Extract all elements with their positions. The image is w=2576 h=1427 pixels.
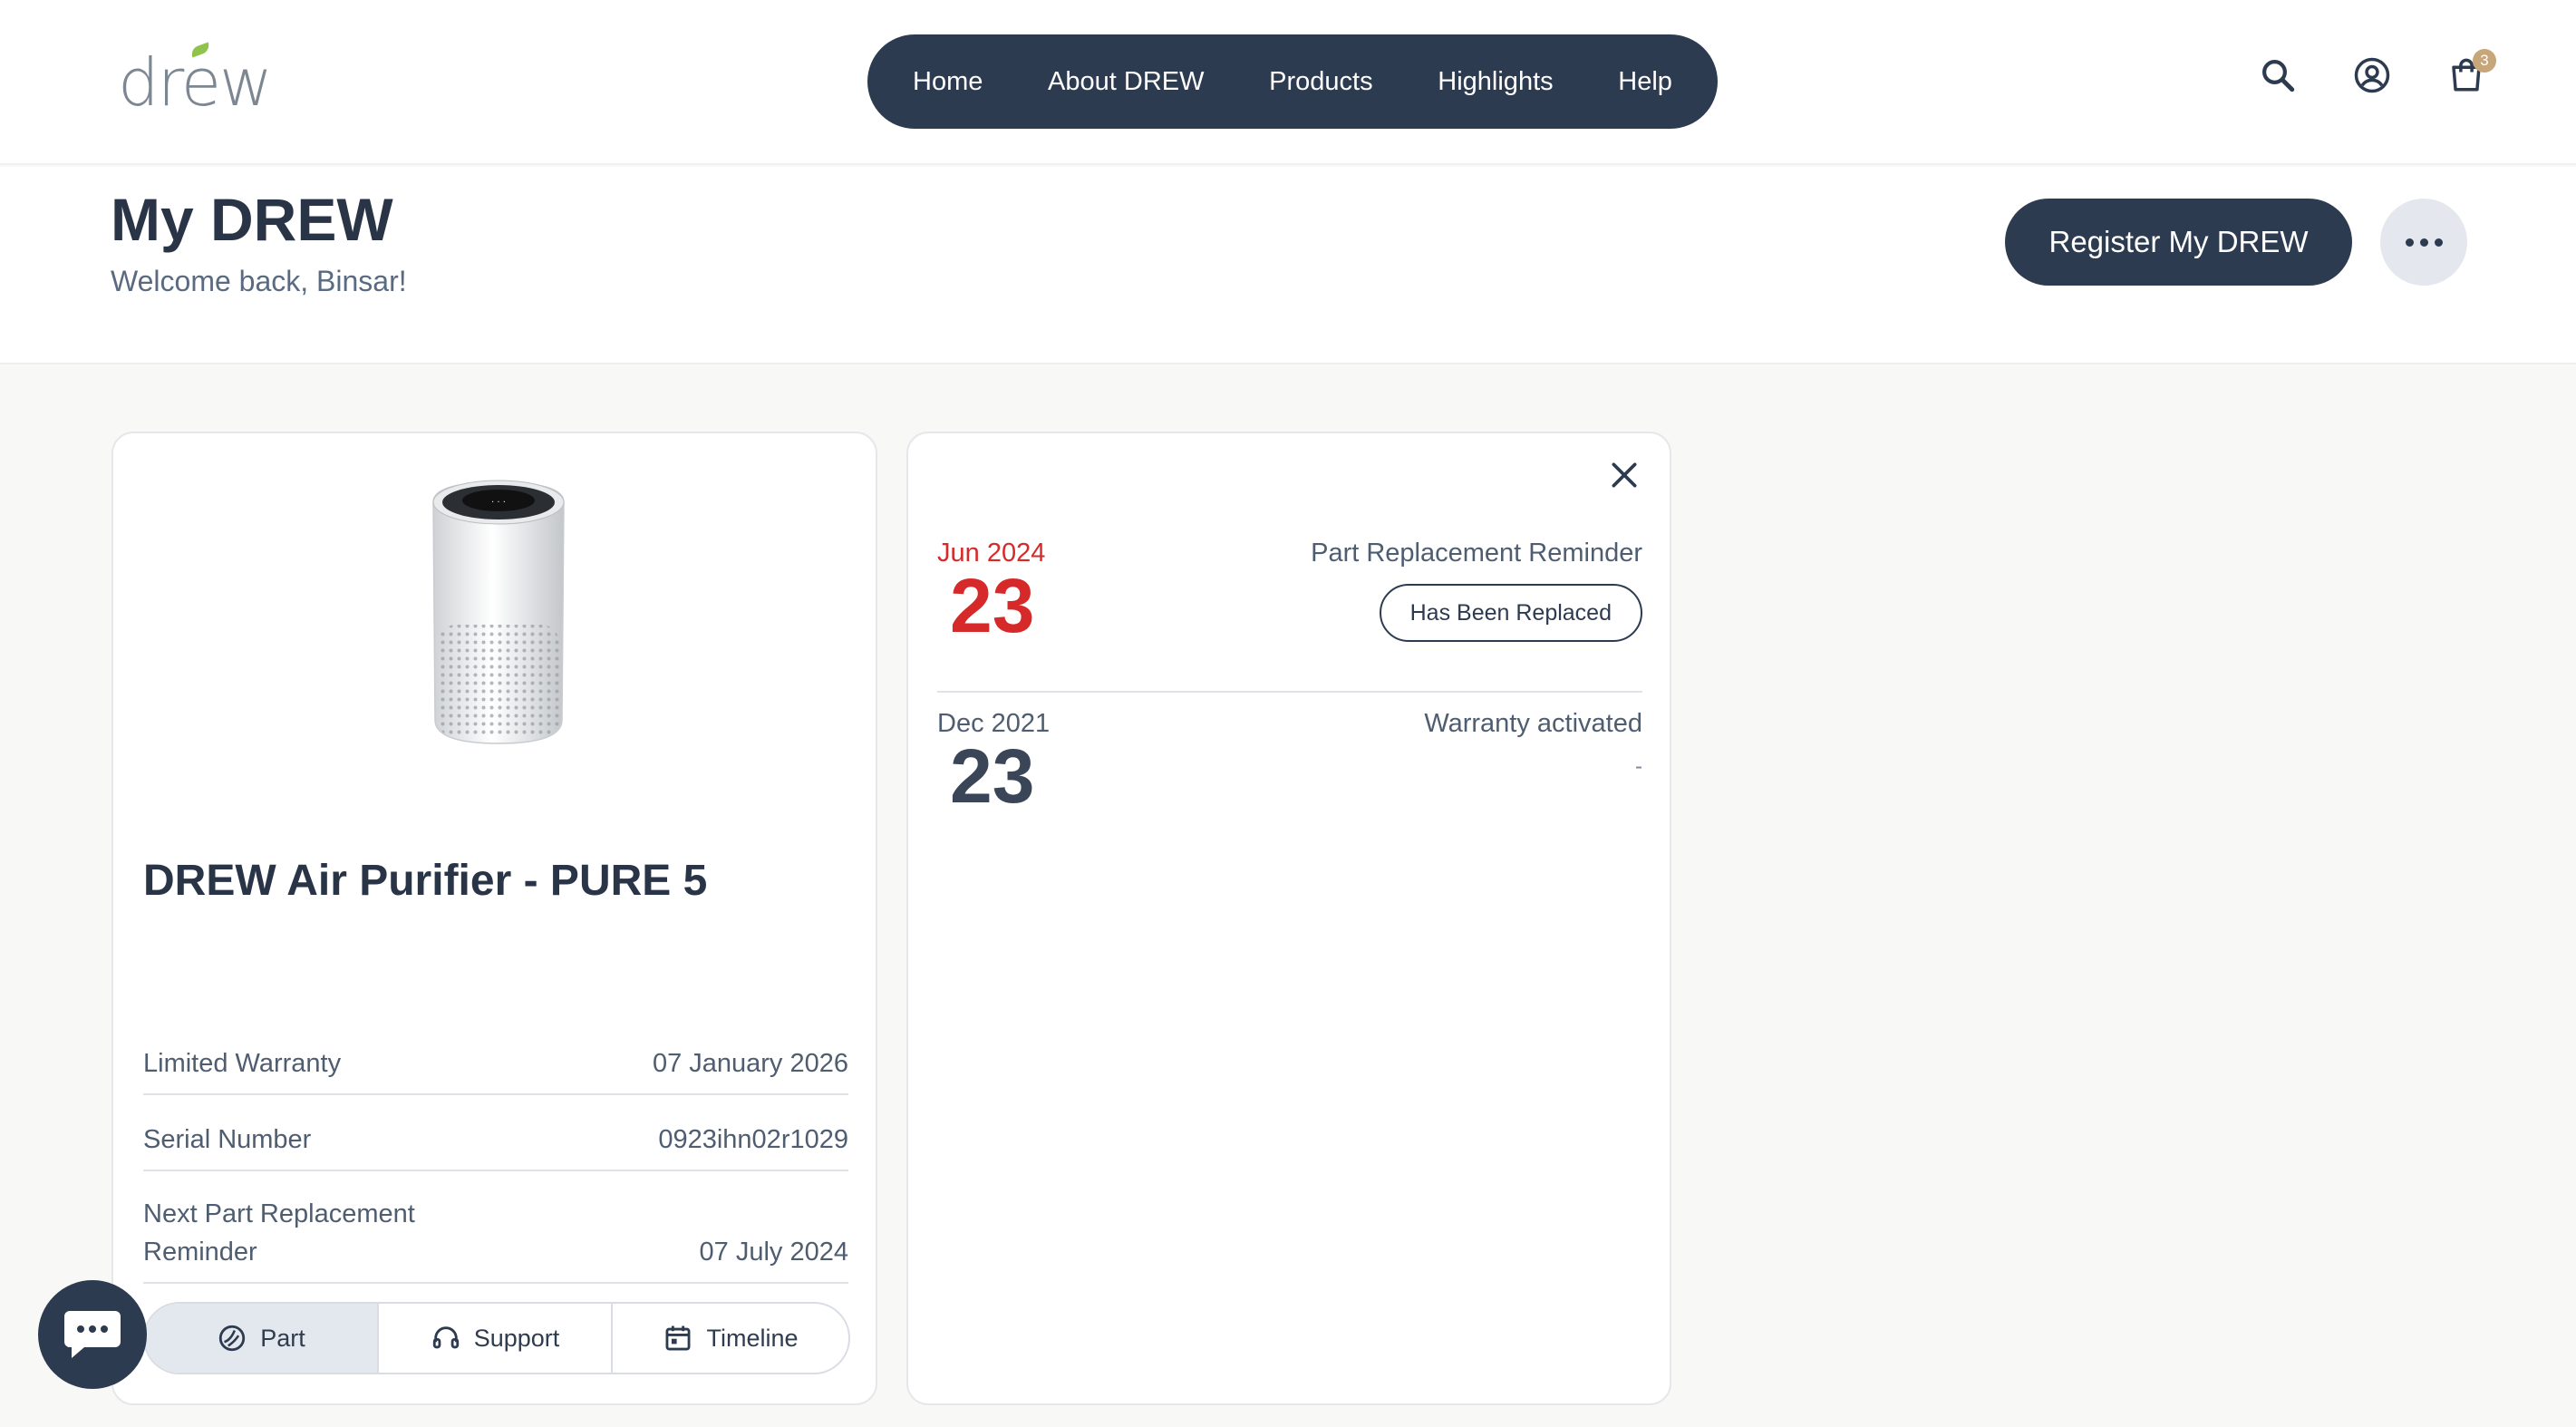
cart-count-badge: 3 [2473,49,2496,73]
timeline-entry: Dec 2021 23 Warranty activated - [937,709,1642,863]
warranty-label: Limited Warranty [143,1049,342,1078]
ellipsis-dot-icon [2434,238,2443,247]
warranty-row: Limited Warranty 07 January 2026 [143,1032,848,1095]
page-title-band: My DREW Welcome back, Binsar! Register M… [0,167,2576,364]
page-title: My DREW [111,186,393,253]
has-been-replaced-button[interactable]: Has Been Replaced [1379,584,1642,642]
product-tab-bar: Part Support Timeline [143,1302,850,1374]
nav-highlights[interactable]: Highlights [1438,67,1553,97]
search-icon[interactable] [2259,56,2297,94]
timeline-title: Warranty activated [1424,709,1642,738]
warranty-value: 07 January 2026 [652,1049,848,1078]
ellipsis-dot-icon [2405,238,2414,247]
site-header: drew Home About DREW Products Highlights… [0,0,2576,165]
replacement-reminder-row: Next Part Replacement Reminder 07 July 2… [143,1182,848,1284]
tab-timeline-label: Timeline [706,1324,799,1352]
header-actions: 3 [2259,49,2496,94]
timeline-title: Part Replacement Reminder [1311,539,1642,568]
welcome-message: Welcome back, Binsar! [111,265,407,297]
calendar-icon [666,1325,691,1351]
drew-logo[interactable]: drew [118,42,273,121]
tab-part-label: Part [260,1324,305,1352]
tab-support-label: Support [473,1324,560,1352]
more-options-button[interactable] [2380,199,2467,286]
nav-products[interactable]: Products [1269,67,1372,97]
main-nav: Home About DREW Products Highlights Help [867,34,1718,129]
close-icon[interactable] [1606,457,1642,493]
chat-bubble-icon [64,1311,121,1358]
timeline-entry: Jun 2024 23 Part Replacement Reminder Ha… [937,539,1642,693]
tab-timeline[interactable]: Timeline [611,1304,848,1373]
ellipsis-dot-icon [2419,238,2428,247]
serial-row: Serial Number 0923ihn02r1029 [143,1108,848,1171]
nav-help[interactable]: Help [1618,67,1672,97]
nav-about[interactable]: About DREW [1048,67,1204,97]
chat-button[interactable] [38,1280,147,1389]
timeline-day: 23 [950,563,1035,648]
product-name: DREW Air Purifier - PURE 5 [143,857,708,905]
replacement-reminder-value: 07 July 2024 [699,1238,848,1267]
headset-icon [432,1326,459,1349]
tab-part[interactable]: Part [145,1304,377,1373]
tab-support[interactable]: Support [377,1304,611,1373]
serial-value: 0923ihn02r1029 [658,1125,848,1154]
timeline-card: Jun 2024 23 Part Replacement Reminder Ha… [906,432,1671,1405]
serial-label: Serial Number [143,1125,312,1154]
replacement-reminder-label: Next Part Replacement Reminder [143,1199,415,1267]
register-button[interactable]: Register My DREW [2005,199,2352,286]
cart-icon[interactable]: 3 [2447,49,2496,94]
air-purifier-image: · · · [431,475,567,749]
svg-text:· · ·: · · · [491,498,506,508]
nav-home[interactable]: Home [913,67,983,97]
timeline-day: 23 [950,733,1035,819]
filter-part-icon [219,1325,246,1352]
product-card: · · · DREW Air Purifier - PURE 5 Limited… [111,432,877,1405]
timeline-detail: - [1635,754,1642,779]
account-icon[interactable] [2353,56,2391,94]
